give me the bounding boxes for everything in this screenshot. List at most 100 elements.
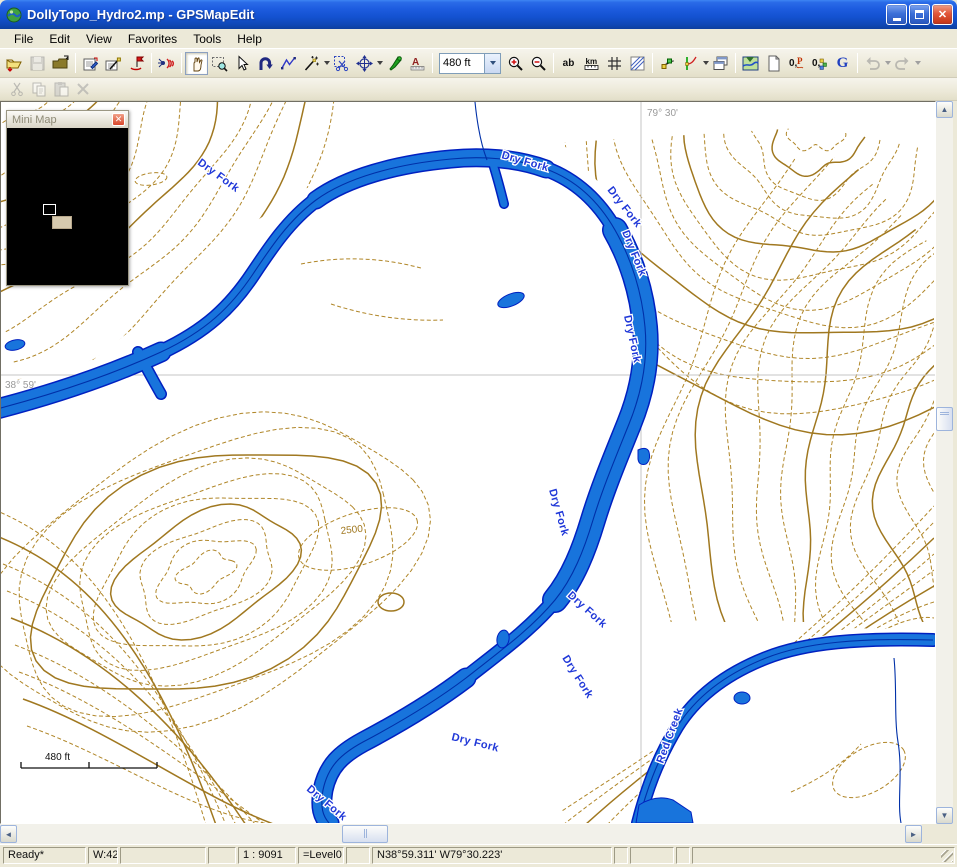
status-panel (630, 847, 674, 864)
grid-label-longitude: 79° 30' (647, 108, 678, 119)
paste-button[interactable] (50, 79, 72, 99)
undo-button[interactable] (861, 52, 884, 75)
delete-button[interactable] (72, 79, 94, 99)
magic-wand-icon (304, 55, 319, 71)
save-button[interactable] (26, 52, 49, 75)
map-wizard-button[interactable] (102, 52, 125, 75)
horizontal-scrollbar[interactable]: ◄ ► (0, 824, 922, 844)
pointer-button[interactable] (231, 52, 254, 75)
menu-edit[interactable]: Edit (41, 30, 78, 48)
pan-hand-button[interactable] (185, 51, 208, 75)
menu-view[interactable]: View (78, 30, 120, 48)
uturn-arrow-button[interactable] (254, 52, 277, 75)
minimap-titlebar[interactable]: Mini Map ✕ (7, 111, 128, 128)
units-km-button[interactable]: km (580, 52, 603, 75)
menu-tools[interactable]: Tools (185, 30, 229, 48)
minimap-body[interactable] (7, 128, 128, 285)
separator (181, 53, 182, 73)
scroll-right-button[interactable]: ► (905, 825, 922, 843)
menu-file[interactable]: File (6, 30, 41, 48)
grid-button[interactable] (603, 52, 626, 75)
window-title: DollyTopo_Hydro2.mp - GPSMapEdit (27, 7, 255, 22)
maximize-button[interactable] (909, 4, 930, 25)
separator (553, 53, 554, 73)
chevron-right-icon: ► (909, 829, 918, 839)
map-workspace: 79° 30' 38° 59' Dry Fork Dry Fork Dry Fo… (0, 101, 957, 824)
redo-button[interactable] (891, 52, 914, 75)
status-level: =Level0 (298, 847, 344, 864)
address-0p-button[interactable]: 0, P (785, 52, 808, 75)
status-resize-grip[interactable] (692, 847, 955, 864)
scale-bar-label: 480 ft (45, 752, 70, 763)
attach-pin-button[interactable] (383, 52, 406, 75)
levels-0-button[interactable]: 0, (808, 52, 831, 75)
thumb-grip (363, 829, 367, 838)
attach-pin-icon (389, 55, 402, 71)
clip-region-button[interactable] (330, 52, 353, 75)
minimap-close-button[interactable]: ✕ (112, 113, 125, 126)
magic-wand-button[interactable] (300, 52, 323, 75)
title-bar[interactable]: DollyTopo_Hydro2.mp - GPSMapEdit ✕ (0, 0, 957, 29)
edit-nodes-button[interactable] (656, 52, 679, 75)
polyline-button[interactable] (277, 52, 300, 75)
move-node-icon (356, 54, 373, 72)
chevron-left-icon: ◄ (4, 829, 13, 839)
horizontal-scroll-thumb[interactable] (342, 825, 388, 843)
properties-button[interactable] (79, 52, 102, 75)
move-node-button[interactable] (353, 52, 376, 75)
minimize-button[interactable] (886, 4, 907, 25)
copy-button[interactable] (28, 79, 50, 99)
map-image-button[interactable] (739, 52, 762, 75)
scroll-up-button[interactable]: ▲ (936, 101, 953, 118)
gps-signal-icon (158, 57, 174, 69)
map-canvas[interactable]: 79° 30' 38° 59' Dry Fork Dry Fork Dry Fo… (0, 101, 936, 824)
cascade-windows-button[interactable] (709, 52, 732, 75)
app-icon (6, 7, 22, 22)
zoom-in-button[interactable] (504, 52, 527, 75)
zoom-out-button[interactable] (527, 52, 550, 75)
status-panel (208, 847, 236, 864)
close-icon: ✕ (937, 9, 948, 21)
hatch-button[interactable] (626, 52, 649, 75)
scroll-left-button[interactable]: ◄ (0, 825, 17, 843)
status-panel (614, 847, 628, 864)
vertical-scroll-thumb[interactable] (936, 407, 953, 431)
maximize-icon (915, 10, 924, 19)
bend-line-button[interactable] (679, 52, 702, 75)
label-ruler-icon: A (410, 57, 425, 70)
labels-ab-button[interactable]: ab (557, 52, 580, 75)
gps-signal-button[interactable] (155, 52, 178, 75)
close-button[interactable]: ✕ (932, 4, 953, 25)
cascade-windows-icon (713, 56, 728, 70)
grid-icon (608, 56, 621, 70)
scroll-down-button[interactable]: ▼ (936, 807, 953, 824)
svg-text:0,: 0, (812, 58, 821, 69)
bend-line-icon (685, 56, 697, 70)
vertical-scrollbar[interactable]: ▲ ▼ (936, 101, 953, 824)
scale-dropdown-button[interactable] (484, 53, 500, 73)
close-folder-icon (52, 55, 69, 68)
cut-button[interactable] (6, 79, 28, 99)
redo-dropdown-icon[interactable] (915, 61, 921, 65)
status-panel (346, 847, 370, 864)
open-file-button[interactable] (3, 52, 26, 75)
close-folder-button[interactable] (49, 52, 72, 75)
label-ruler-button[interactable]: A (406, 52, 429, 75)
hatch-icon (630, 56, 645, 70)
zoom-select-button[interactable] (208, 52, 231, 75)
separator (652, 53, 653, 73)
minimize-icon (892, 17, 901, 21)
status-scale: 1 : 9091 (238, 847, 296, 864)
scale-input[interactable] (440, 53, 484, 73)
menu-favorites[interactable]: Favorites (120, 30, 185, 48)
pan-hand-icon (193, 56, 203, 71)
units-km-icon: km (584, 57, 599, 70)
google-button[interactable]: G (831, 52, 854, 75)
zoom-out-icon (531, 56, 546, 71)
waypoint-flag-button[interactable] (125, 52, 148, 75)
menu-help[interactable]: Help (229, 30, 270, 48)
menu-bar: File Edit View Favorites Tools Help (0, 29, 957, 49)
separator (151, 53, 152, 73)
chevron-down-icon (490, 61, 496, 65)
blank-page-button[interactable] (762, 52, 785, 75)
